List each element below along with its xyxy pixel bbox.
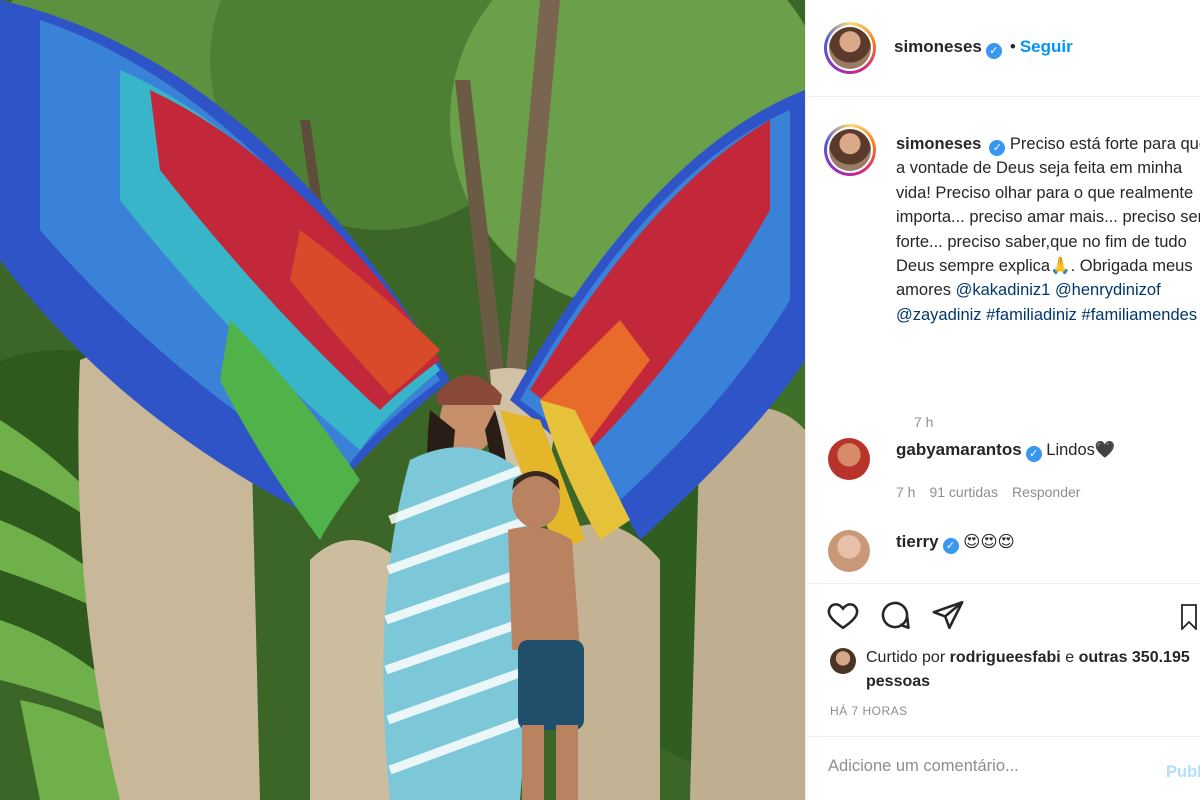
hashtag-link[interactable]: #familiadiniz	[986, 306, 1077, 324]
comment-text: 😍😍😍	[963, 533, 1015, 551]
separator-dot: •	[1009, 37, 1016, 56]
post-header: simoneses ✓ • Seguir	[806, 0, 1200, 97]
header-user: simoneses ✓ • Seguir	[894, 37, 1073, 59]
comment-likes[interactable]: 91 curtidas	[929, 484, 997, 500]
mention-link[interactable]: @zayadiniz	[896, 306, 982, 324]
caption-text: simoneses ✓ Preciso está forte para que a…	[896, 132, 1200, 327]
verified-icon: ✓	[985, 43, 1002, 59]
comments-list[interactable]: simoneses ✓ Preciso está forte para que a…	[806, 98, 1200, 582]
follow-button[interactable]: Seguir	[1020, 37, 1073, 56]
share-icon[interactable]	[931, 598, 965, 632]
caption-username[interactable]: simoneses	[896, 135, 981, 153]
caption-time[interactable]: 7 h	[914, 414, 933, 430]
comment-text: Lindos🖤	[1046, 441, 1116, 459]
add-comment-bar: Publicar	[806, 736, 1200, 800]
post-photo[interactable]	[0, 0, 805, 800]
caption-body: Preciso está forte para que a vontade de…	[896, 135, 1200, 300]
avatar[interactable]	[824, 22, 876, 74]
comment-time[interactable]: 7 h	[896, 484, 915, 500]
caption-avatar[interactable]	[824, 124, 876, 176]
liked-by-prefix: Curtido por	[866, 649, 946, 666]
comment-meta: 7 h 91 curtidas Responder	[896, 484, 1094, 500]
reply-button[interactable]: Responder	[1012, 484, 1081, 500]
publish-button[interactable]: Publicar	[1166, 763, 1200, 782]
post-actions: Curtido por rodrigueesfabi e outras 350.…	[806, 583, 1200, 735]
comment-avatar[interactable]	[828, 530, 870, 572]
bookmark-icon[interactable]	[1181, 604, 1197, 632]
photo-illustration	[0, 0, 805, 800]
comment-username[interactable]: gabyamarantos	[896, 440, 1022, 459]
liked-by-connector: e	[1065, 649, 1075, 666]
mention-link[interactable]: @henrydinizof	[1055, 281, 1161, 299]
comment-input[interactable]	[828, 757, 1128, 776]
comment-username[interactable]: tierry	[896, 532, 939, 551]
liker-username[interactable]: rodrigueesfabi	[950, 649, 1061, 666]
verified-icon: ✓	[1025, 446, 1042, 462]
comment-icon[interactable]	[878, 598, 912, 632]
comment-body: tierry ✓ 😍😍😍	[896, 532, 1015, 554]
verified-icon: ✓	[942, 538, 959, 554]
hashtag-link[interactable]: #familiamendes	[1082, 306, 1198, 324]
post-timestamp[interactable]: HÁ 7 HORAS	[830, 704, 908, 718]
username-link[interactable]: simoneses	[894, 37, 982, 56]
comment-avatar[interactable]	[828, 438, 870, 480]
liker-avatar[interactable]	[830, 648, 856, 674]
post-side-panel: simoneses ✓ • Seguir simoneses ✓ Preciso est…	[805, 0, 1200, 800]
mention-link[interactable]: @kakadiniz1	[956, 281, 1051, 299]
verified-icon: ✓	[989, 140, 1006, 156]
comment-body: gabyamarantos ✓ Lindos🖤	[896, 440, 1115, 462]
heart-icon[interactable]	[826, 598, 860, 632]
